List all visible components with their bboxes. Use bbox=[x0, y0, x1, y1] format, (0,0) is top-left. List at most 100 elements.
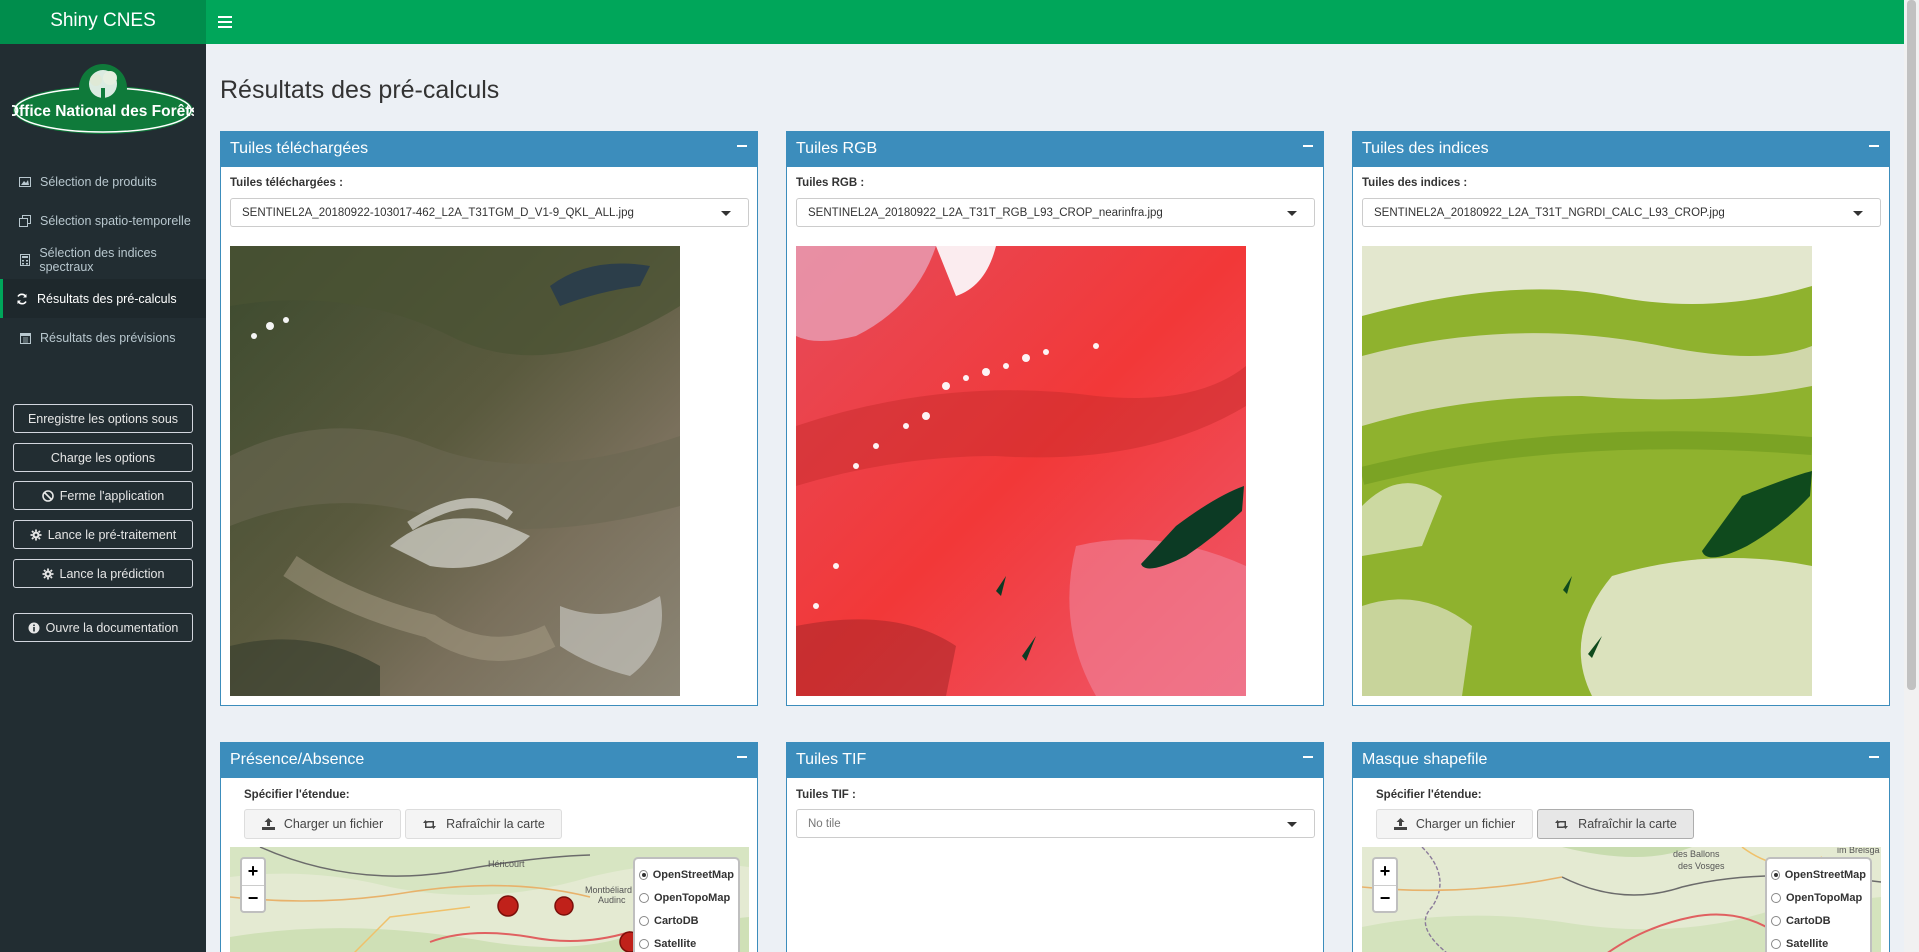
page-scrollbar[interactable] bbox=[1904, 0, 1919, 952]
collapse-icon[interactable] bbox=[1869, 756, 1879, 758]
upload-file-button[interactable]: Charger un fichier bbox=[244, 809, 401, 839]
sidebar-item-label: Sélection des indices spectraux bbox=[39, 245, 157, 274]
load-options-label: Charge les options bbox=[50, 450, 156, 465]
refresh-label: Rafraîchir la carte bbox=[1578, 817, 1677, 831]
rgb-tile-image bbox=[796, 246, 1246, 696]
run-preprocessing-button[interactable]: Lance le pré-traitement bbox=[13, 520, 193, 549]
presence-map[interactable]: Héricourt Montbéliard Audinc + − OpenStr… bbox=[230, 847, 749, 952]
upload-icon bbox=[261, 818, 275, 830]
scrollbar-thumb[interactable] bbox=[1907, 0, 1916, 690]
map-place-label: Montbéliard bbox=[585, 885, 632, 895]
open-documentation-label: Ouvre la documentation bbox=[45, 620, 179, 635]
radio-icon bbox=[639, 892, 649, 903]
sidebar-item-forecast-results[interactable]: Résultats des prévisions bbox=[0, 318, 206, 357]
layer-option-openstreetmap[interactable]: OpenStreetMap bbox=[639, 863, 734, 886]
gear-icon bbox=[30, 529, 42, 541]
sidebar-item-spectral-indices[interactable]: Sélection des indices spectraux bbox=[0, 240, 206, 279]
upload-file-button[interactable]: Charger un fichier bbox=[1376, 809, 1533, 839]
refresh-map-button[interactable]: Rafraîchir la carte bbox=[1537, 809, 1694, 839]
radio-icon bbox=[1771, 915, 1781, 926]
layer-label: Satellite bbox=[1786, 937, 1829, 950]
caret-down-icon bbox=[1853, 211, 1863, 216]
sidebar-item-product-selection[interactable]: Sélection de produits bbox=[0, 162, 206, 201]
save-options-button[interactable]: Enregistre les options sous bbox=[13, 404, 193, 433]
zoom-out-button[interactable]: − bbox=[1374, 885, 1396, 911]
ban-icon bbox=[41, 489, 54, 502]
radio-icon bbox=[639, 938, 649, 949]
shapefile-mask-box: Masque shapefile Spécifier l'étendue: Ch… bbox=[1352, 742, 1890, 952]
field-label: Spécifier l'étendue: bbox=[1376, 789, 1482, 801]
retweet-icon bbox=[422, 819, 437, 830]
radio-icon bbox=[639, 915, 649, 926]
layer-label: OpenStreetMap bbox=[652, 868, 734, 881]
field-label: Tuiles téléchargées : bbox=[230, 177, 343, 189]
sidebar: Office National des Forêts Sélection de … bbox=[0, 44, 206, 952]
sidebar-item-label: Sélection spatio-temporelle bbox=[40, 213, 191, 228]
close-app-button[interactable]: Ferme l'application bbox=[13, 481, 193, 510]
map-place-label: Héricourt bbox=[488, 859, 525, 869]
layer-label: OpenStreetMap bbox=[1784, 868, 1866, 881]
load-options-button[interactable]: Charge les options bbox=[13, 443, 193, 472]
map-place-label: Audinc bbox=[598, 895, 626, 905]
run-prediction-label: Lance la prédiction bbox=[59, 566, 165, 581]
box-header: Tuiles des indices bbox=[1353, 131, 1889, 167]
indices-tiles-select[interactable]: SENTINEL2A_20180922_L2A_T31T_NGRDI_CALC_… bbox=[1362, 198, 1881, 227]
collapse-icon[interactable] bbox=[737, 756, 747, 758]
collapse-icon[interactable] bbox=[737, 145, 747, 147]
retweet-icon bbox=[1554, 819, 1569, 830]
map-place-label: im Breisga bbox=[1837, 847, 1880, 855]
indices-tiles-box: Tuiles des indices Tuiles des indices : … bbox=[1352, 131, 1890, 706]
run-prediction-button[interactable]: Lance la prédiction bbox=[13, 559, 193, 588]
collapse-icon[interactable] bbox=[1303, 756, 1313, 758]
box-title: Présence/Absence bbox=[230, 751, 365, 768]
upload-label: Charger un fichier bbox=[283, 817, 384, 831]
tif-tiles-select[interactable]: No tile bbox=[796, 809, 1315, 838]
layer-option-opentopomap[interactable]: OpenTopoMap bbox=[639, 886, 734, 909]
radio-icon bbox=[1771, 938, 1781, 949]
app-title[interactable]: Shiny CNES bbox=[0, 0, 206, 44]
map-marker bbox=[497, 895, 519, 917]
radio-checked-icon bbox=[639, 869, 648, 880]
layer-option-openstreetmap[interactable]: OpenStreetMap bbox=[1771, 863, 1866, 886]
refresh-label: Rafraîchir la carte bbox=[446, 817, 545, 831]
gear-icon bbox=[42, 568, 54, 580]
refresh-map-button[interactable]: Rafraîchir la carte bbox=[405, 809, 562, 839]
layer-option-cartodb[interactable]: CartoDB bbox=[1771, 909, 1866, 932]
sidebar-toggle-icon[interactable] bbox=[218, 13, 232, 29]
layer-label: OpenTopoMap bbox=[654, 891, 731, 904]
rgb-tiles-select[interactable]: SENTINEL2A_20180922_L2A_T31T_RGB_L93_CRO… bbox=[796, 198, 1315, 227]
downloaded-tiles-box: Tuiles téléchargées Tuiles téléchargées … bbox=[220, 131, 758, 706]
map-place-label: des Ballons bbox=[1673, 849, 1720, 859]
downloaded-tile-image bbox=[230, 246, 680, 696]
map-marker bbox=[554, 896, 574, 916]
rgb-tiles-box: Tuiles RGB Tuiles RGB : SENTINEL2A_20180… bbox=[786, 131, 1324, 706]
box-title: Masque shapefile bbox=[1362, 751, 1488, 768]
map-zoom-control: + − bbox=[1372, 857, 1398, 913]
layer-option-opentopomap[interactable]: OpenTopoMap bbox=[1771, 886, 1866, 909]
caret-down-icon bbox=[721, 211, 731, 216]
top-navbar: Shiny CNES bbox=[0, 0, 1904, 44]
box-header: Tuiles RGB bbox=[787, 131, 1323, 167]
field-label: Tuiles TIF : bbox=[796, 789, 856, 801]
open-documentation-button[interactable]: Ouvre la documentation bbox=[13, 613, 193, 642]
select-value: No tile bbox=[808, 817, 841, 830]
zoom-in-button[interactable]: + bbox=[242, 859, 264, 885]
onf-logo-text: Office National des Forêts bbox=[12, 103, 194, 120]
collapse-icon[interactable] bbox=[1303, 145, 1313, 147]
zoom-out-button[interactable]: − bbox=[242, 885, 264, 911]
sidebar-item-spatiotemporal[interactable]: Sélection spatio-temporelle bbox=[0, 201, 206, 240]
layer-label: Satellite bbox=[654, 937, 697, 950]
layer-option-satellite[interactable]: Satellite bbox=[639, 932, 734, 952]
downloaded-tiles-select[interactable]: SENTINEL2A_20180922-103017-462_L2A_T31TG… bbox=[230, 198, 749, 227]
sidebar-item-precalc-results[interactable]: Résultats des pré-calculs bbox=[0, 279, 206, 318]
shapefile-map[interactable]: des Ballons des Vosges im Breisga + − Op… bbox=[1362, 847, 1881, 952]
zoom-in-button[interactable]: + bbox=[1374, 859, 1396, 885]
layer-option-cartodb[interactable]: CartoDB bbox=[639, 909, 734, 932]
map-zoom-control: + − bbox=[240, 857, 266, 913]
caret-down-icon bbox=[1287, 822, 1297, 827]
sidebar-item-label: Résultats des pré-calculs bbox=[37, 291, 177, 306]
collapse-icon[interactable] bbox=[1869, 145, 1879, 147]
layer-label: OpenTopoMap bbox=[1786, 891, 1863, 904]
layer-option-satellite[interactable]: Satellite bbox=[1771, 932, 1866, 952]
upload-label: Charger un fichier bbox=[1415, 817, 1516, 831]
